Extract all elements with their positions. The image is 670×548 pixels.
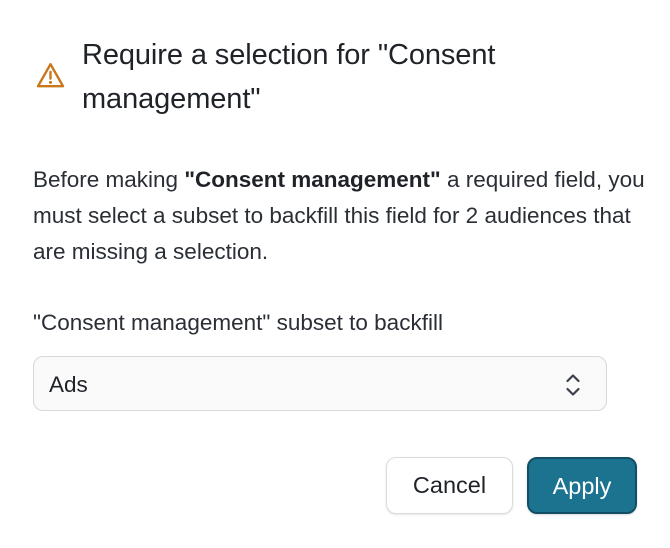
description-field-name: "Consent management" (184, 167, 441, 192)
subset-select[interactable]: Ads (33, 356, 607, 411)
dialog-description: Before making "Consent management" a req… (33, 162, 653, 270)
subset-field-label: "Consent management" subset to backfill (33, 310, 443, 335)
dialog-title: Require a selection for "Consent managem… (82, 39, 496, 115)
warning-triangle-icon (36, 63, 65, 88)
chevron-up-down-icon (566, 374, 580, 396)
subset-select-value: Ads (49, 372, 88, 397)
description-prefix: Before making (33, 167, 185, 192)
cancel-button[interactable]: Cancel (386, 457, 513, 514)
apply-button[interactable]: Apply (527, 457, 637, 514)
require-selection-dialog: Require a selection for "Consent managem… (0, 0, 670, 548)
